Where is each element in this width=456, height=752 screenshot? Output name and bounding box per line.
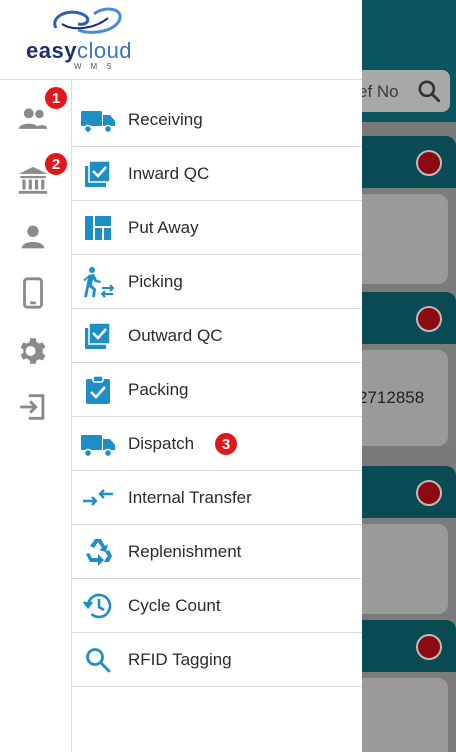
menu-item-label: Dispatch (128, 433, 195, 453)
menu-item-internal-transfer[interactable]: Internal Transfer (72, 471, 362, 525)
gear-icon[interactable] (16, 334, 50, 368)
menu-item-label: Put Away (128, 217, 199, 237)
status-dot-icon (416, 306, 442, 332)
walking-person-icon (80, 264, 116, 300)
truck-icon (80, 426, 116, 462)
search-icon (418, 80, 441, 103)
menu-item-dispatch[interactable]: Dispatch 3 (72, 417, 362, 471)
menu-item-label: Internal Transfer (128, 487, 252, 507)
badge-1: 1 (44, 86, 68, 110)
menu-item-cycle-count[interactable]: Cycle Count (72, 579, 362, 633)
menu-item-label: RFID Tagging (128, 649, 232, 669)
brand-logo: easycloud (26, 38, 133, 63)
phone-icon[interactable] (16, 276, 50, 310)
status-dot-icon (416, 150, 442, 176)
clipboard-check-icon (80, 372, 116, 408)
menu-item-picking[interactable]: Picking (72, 255, 362, 309)
menu-item-label: Outward QC (128, 325, 223, 345)
transfer-arrows-icon (80, 480, 116, 516)
checklist-icon (80, 156, 116, 192)
menu-item-label: Replenishment (128, 541, 242, 561)
module-menu: Receiving Inward QC Put Away Picking Out… (72, 93, 362, 687)
menu-item-receiving[interactable]: Receiving (72, 93, 362, 147)
logout-icon[interactable] (16, 390, 50, 424)
person-icon[interactable] (16, 220, 50, 254)
recycle-icon (80, 534, 116, 570)
badge-3: 3 (214, 432, 238, 456)
navigation-drawer: easycloud WMS 1 2 Receiving Inward QC Pu… (0, 0, 362, 752)
checklist-icon (80, 318, 116, 354)
badge-2: 2 (44, 152, 68, 176)
menu-item-outward-qc[interactable]: Outward QC (72, 309, 362, 363)
brand-subtitle: WMS (74, 62, 121, 71)
menu-item-label: Receiving (128, 109, 203, 129)
status-dot-icon (416, 634, 442, 660)
cloud-swirl-logo-icon (53, 7, 122, 34)
users-icon[interactable] (16, 102, 50, 136)
status-dot-icon (416, 480, 442, 506)
menu-item-label: Inward QC (128, 163, 210, 183)
menu-item-rfid-tagging[interactable]: RFID Tagging (72, 633, 362, 687)
search-icon (80, 642, 116, 678)
menu-item-label: Cycle Count (128, 595, 221, 615)
menu-item-inward-qc[interactable]: Inward QC (72, 147, 362, 201)
background-order-number: 2712858 (358, 388, 425, 407)
menu-item-label: Packing (128, 379, 189, 399)
menu-item-packing[interactable]: Packing (72, 363, 362, 417)
drawer-header: easycloud WMS (0, 0, 362, 80)
menu-item-put-away[interactable]: Put Away (72, 201, 362, 255)
history-icon (80, 588, 116, 624)
menu-item-replenishment[interactable]: Replenishment (72, 525, 362, 579)
menu-item-label: Picking (128, 271, 183, 291)
search-placeholder: ef No (358, 82, 399, 101)
layout-icon (80, 210, 116, 246)
icon-rail: 1 2 (0, 80, 72, 752)
truck-icon (80, 102, 116, 138)
